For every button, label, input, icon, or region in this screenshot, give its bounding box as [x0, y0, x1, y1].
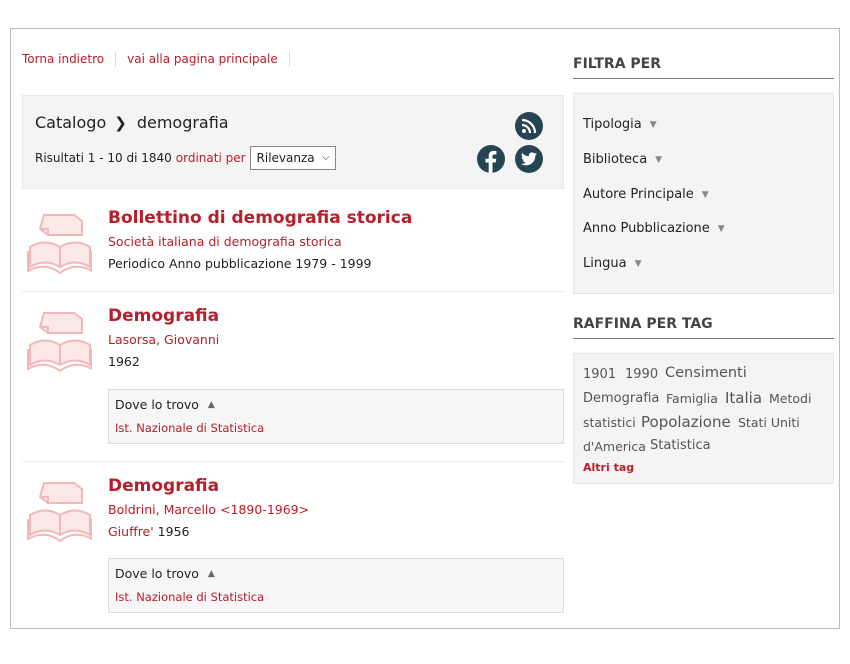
result-title[interactable]: Demografia	[108, 476, 219, 496]
search-summary-box: Catalogo ❯ demografia Risultati 1 - 10 d…	[22, 95, 564, 189]
result-meta: 1956	[157, 524, 190, 539]
results-range: Risultati 1 - 10 di 1840	[35, 151, 172, 165]
tag-link[interactable]: Statistica	[650, 438, 711, 453]
filter-autore-principale[interactable]: Autore Principale ▼	[583, 187, 709, 202]
filter-label: Anno Pubblicazione	[583, 221, 710, 236]
result-author[interactable]: Lasorsa, Giovanni	[108, 332, 219, 347]
tag-link[interactable]: statistici	[583, 415, 636, 430]
library-link[interactable]: Ist. Nazionale di Statistica	[115, 590, 264, 604]
nav-separator	[115, 51, 117, 67]
result-publisher[interactable]: Giuffre'	[108, 524, 154, 539]
tag-link[interactable]: 1990	[625, 367, 658, 382]
filter-label: Autore Principale	[583, 187, 694, 202]
result-author[interactable]: Società italiana di demografia storica	[108, 234, 342, 249]
triangle-down-icon: ▼	[701, 189, 709, 200]
rss-icon[interactable]	[515, 112, 543, 140]
tag-link[interactable]: 1901	[583, 367, 616, 382]
sort-value: Rilevanza	[256, 151, 315, 165]
result-author[interactable]: Boldrini, Marcello <1890-1969>	[108, 502, 309, 517]
triangle-down-icon: ▼	[634, 258, 642, 269]
more-tags-link[interactable]: Altri tag	[583, 461, 634, 474]
tag-link[interactable]: Censimenti	[665, 365, 747, 381]
filter-tipologia[interactable]: Tipologia ▼	[583, 117, 657, 132]
triangle-down-icon: ▼	[655, 154, 663, 165]
home-link[interactable]: vai alla pagina principale	[127, 52, 278, 66]
where-to-find-toggle[interactable]: Dove lo trovo ▲	[115, 566, 215, 581]
tag-link[interactable]: Italia	[725, 389, 762, 407]
book-icon	[27, 312, 92, 373]
breadcrumb-catalog[interactable]: Catalogo	[35, 113, 106, 132]
tags-heading: RAFFINA PER TAG	[573, 316, 834, 339]
result-title[interactable]: Demografia	[108, 306, 219, 326]
filter-biblioteca[interactable]: Biblioteca ▼	[583, 152, 662, 167]
top-navigation: Torna indietro vai alla pagina principal…	[22, 51, 301, 67]
tag-link[interactable]: Popolazione	[641, 413, 731, 431]
tag-link[interactable]: Famiglia	[666, 391, 718, 406]
where-to-find-label: Dove lo trovo	[115, 397, 199, 412]
chevron-down-icon: ⌵	[322, 152, 330, 163]
book-icon	[27, 482, 92, 543]
filter-panel: Tipologia ▼ Biblioteca ▼ Autore Principale…	[573, 93, 834, 294]
where-to-find-toggle[interactable]: Dove lo trovo ▲	[115, 397, 215, 412]
result-divider	[22, 461, 564, 462]
result-meta: 1962	[108, 354, 140, 369]
ordered-by-label: ordinati per	[175, 151, 246, 165]
chevron-right-icon: ❯	[114, 113, 127, 132]
tag-cloud: 1901 1990 Censimenti Demografia Famiglia…	[573, 353, 834, 484]
result-title[interactable]: Bollettino di demografia storica	[108, 208, 412, 228]
triangle-down-icon: ▼	[649, 119, 657, 130]
library-link[interactable]: Ist. Nazionale di Statistica	[115, 421, 264, 435]
tag-link[interactable]: Metodi	[769, 391, 811, 406]
result-divider	[22, 291, 564, 292]
facebook-icon[interactable]	[477, 145, 505, 173]
filter-anno-pubblicazione[interactable]: Anno Pubblicazione ▼	[583, 221, 725, 236]
filter-lingua[interactable]: Lingua ▼	[583, 256, 641, 271]
where-to-find-panel: Dove lo trovo ▲ Ist. Nazionale di Statis…	[108, 558, 564, 613]
triangle-up-icon: ▲	[207, 399, 215, 410]
result-publication: Giuffre' 1956	[108, 524, 189, 539]
triangle-down-icon: ▼	[717, 223, 725, 234]
back-link[interactable]: Torna indietro	[22, 52, 104, 66]
breadcrumb: Catalogo ❯ demografia	[35, 113, 229, 132]
breadcrumb-current: demografia	[136, 113, 229, 132]
result-meta: Periodico Anno pubblicazione 1979 - 1999	[108, 256, 372, 271]
book-icon	[27, 214, 92, 275]
filter-label: Lingua	[583, 256, 627, 271]
results-count: Risultati 1 - 10 di 1840 ordinati per Ri…	[35, 146, 336, 170]
tag-link[interactable]: Stati Uniti	[738, 415, 800, 430]
twitter-icon[interactable]	[515, 145, 543, 173]
tag-link[interactable]: Demografia	[583, 391, 659, 406]
where-to-find-panel: Dove lo trovo ▲ Ist. Nazionale di Statis…	[108, 389, 564, 444]
tag-link[interactable]: d'America	[583, 439, 646, 454]
sort-select[interactable]: Rilevanza ⌵	[249, 146, 336, 170]
nav-separator	[288, 51, 290, 67]
filter-heading: FILTRA PER	[573, 56, 834, 79]
triangle-up-icon: ▲	[207, 568, 215, 579]
filter-label: Tipologia	[583, 117, 642, 132]
filter-label: Biblioteca	[583, 152, 648, 167]
where-to-find-label: Dove lo trovo	[115, 566, 199, 581]
